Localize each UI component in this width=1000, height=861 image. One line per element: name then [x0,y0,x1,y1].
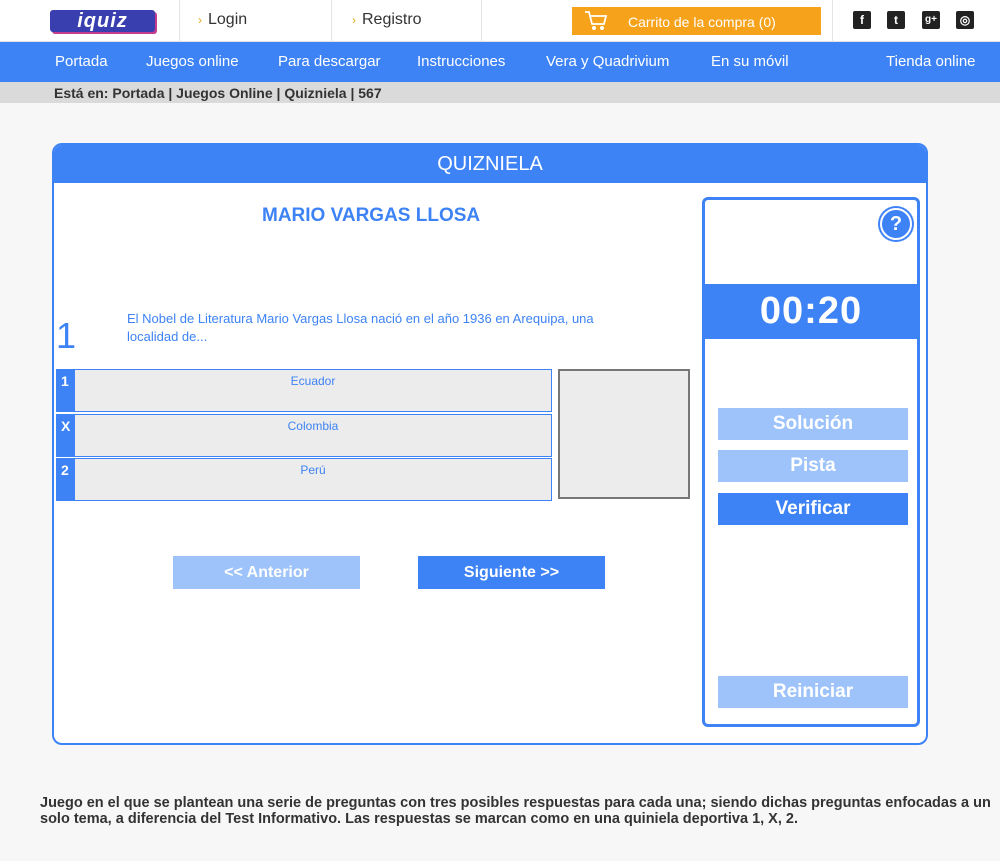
nav-portada[interactable]: Portada [55,53,108,70]
nav-vera-quadrivium[interactable]: Vera y Quadrivium [546,53,669,70]
registro-link[interactable]: › Registro [352,11,422,29]
answer-option[interactable]: Perú [74,458,552,501]
answer-key: 2 [56,458,74,501]
quiz-theme: MARIO VARGAS LLOSA [262,205,481,226]
registro-cell: › Registro [332,0,482,42]
timer: 00:20 [705,284,917,339]
next-button[interactable]: Siguiente >> [418,556,605,589]
side-panel: ? 00:20 Solución Pista Verificar Reinici… [702,197,920,727]
answer-option[interactable]: Ecuador [74,369,552,412]
site-logo[interactable]: iquiz [50,10,155,32]
answer-key: 1 [56,369,74,412]
nav-en-su-movil[interactable]: En su móvil [711,53,789,70]
nav-para-descargar[interactable]: Para descargar [278,53,381,70]
chevron-right-icon: › [198,13,202,27]
reiniciar-button[interactable]: Reiniciar [718,676,908,708]
twitter-icon[interactable]: t [887,11,905,29]
instagram-icon[interactable]: ◎ [956,11,974,29]
login-label: Login [208,11,248,28]
previous-button[interactable]: << Anterior [173,556,360,589]
verificar-button[interactable]: Verificar [718,493,908,525]
login-cell: › Login [180,0,332,42]
question-image [558,369,690,499]
answer-option[interactable]: Colombia [74,414,552,457]
pista-button[interactable]: Pista [718,450,908,482]
social-cell: f t g+ ◎ [832,0,1000,42]
answer-row-x[interactable]: X Colombia [56,414,552,457]
game-description: Juego en el que se plantean una serie de… [40,795,991,827]
google-plus-icon[interactable]: g+ [922,11,940,29]
solucion-button[interactable]: Solución [718,408,908,440]
main-nav: Portada Juegos online Para descargar Ins… [0,42,1000,82]
logo-cell: iquiz [0,0,180,42]
nav-instrucciones[interactable]: Instrucciones [417,53,505,70]
chevron-right-icon: › [352,13,356,27]
question-text: El Nobel de Literatura Mario Vargas Llos… [127,311,594,344]
top-bar: iquiz › Login › Registro Carrito de la com… [0,0,1000,42]
cart-label: Carrito de la compra (0) [628,14,776,30]
nav-tienda-online[interactable]: Tienda online [886,53,976,70]
question-number: 1 [56,315,77,356]
facebook-icon[interactable]: f [853,11,871,29]
quiz-panel: QUIZNIELA MARIO VARGAS LLOSA 1 El Nobel … [52,143,928,745]
answer-row-2[interactable]: 2 Perú [56,458,552,501]
answer-row-1[interactable]: 1 Ecuador [56,369,552,412]
cart-icon [585,11,608,30]
help-icon[interactable]: ? [880,208,912,240]
quiz-title: QUIZNIELA [54,145,926,183]
login-link[interactable]: › Login [198,11,247,29]
cart-button[interactable]: Carrito de la compra (0) [572,7,821,35]
breadcrumb: Está en: Portada | Juegos Online | Quizn… [0,82,1000,103]
nav-juegos-online[interactable]: Juegos online [146,53,239,70]
breadcrumb-text: Está en: Portada | Juegos Online | Quizn… [54,85,382,101]
answer-key: X [56,414,74,457]
registro-label: Registro [362,11,422,28]
